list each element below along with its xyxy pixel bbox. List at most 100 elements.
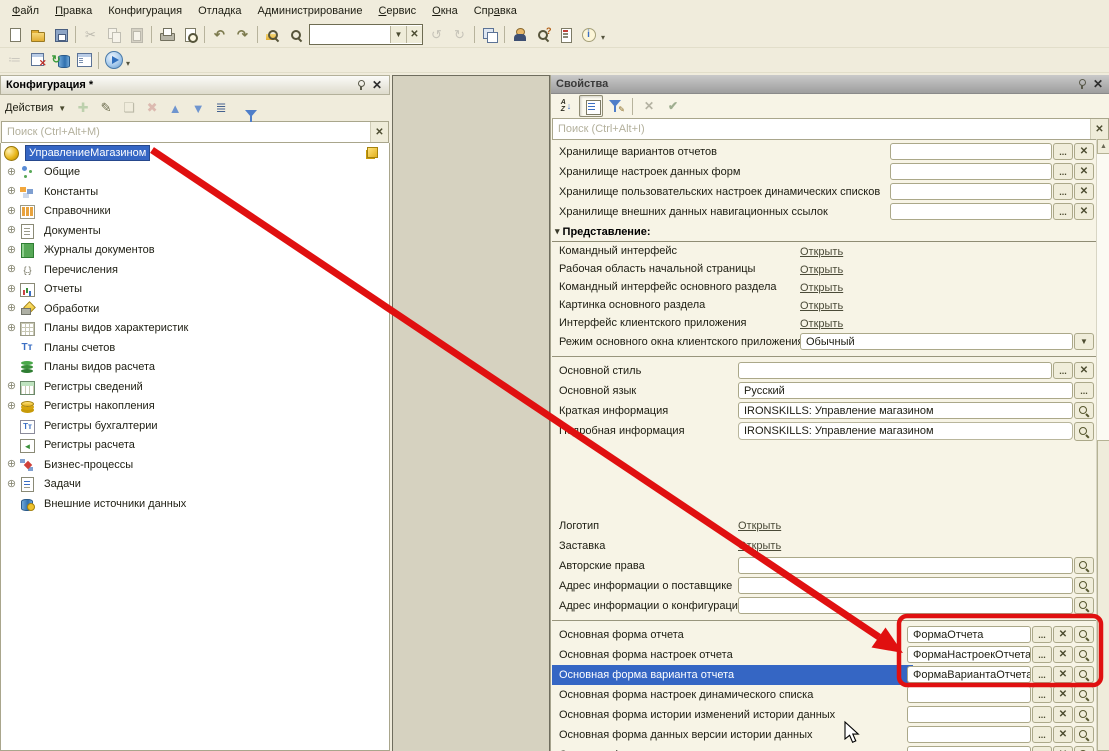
value-field[interactable]: ФормаНастроекОтчета: [907, 646, 1031, 663]
ellipsis-button[interactable]: ...: [1032, 726, 1052, 743]
clear-button[interactable]: ✕: [1053, 626, 1073, 643]
show-categories-button[interactable]: [579, 95, 603, 117]
value-field[interactable]: [907, 706, 1031, 723]
property-label[interactable]: Адрес информации о конфигурации: [552, 596, 744, 616]
expand-icon[interactable]: ⊕: [4, 206, 19, 217]
magnifier-button[interactable]: [1074, 402, 1094, 419]
pin-icon[interactable]: [1077, 78, 1087, 90]
clear-button[interactable]: ✕: [1074, 143, 1094, 160]
property-label[interactable]: Основная форма настроек отчета: [552, 645, 913, 665]
tree-item-info-registers[interactable]: ⊕Регистры сведений: [1, 377, 389, 397]
expand-icon[interactable]: ⊕: [4, 186, 19, 197]
move-down-button[interactable]: ▼: [188, 101, 208, 116]
menu-item-Файл[interactable]: Файл: [4, 2, 47, 20]
about-button[interactable]: [577, 24, 600, 45]
property-label[interactable]: Хранилище внешних данных навигационных с…: [552, 202, 896, 222]
open-link[interactable]: Открыть: [738, 540, 781, 552]
scroll-up-icon[interactable]: ▲: [1097, 139, 1109, 154]
find-in-config-button[interactable]: [261, 24, 284, 45]
tree-item-reports[interactable]: ⊕Отчеты: [1, 280, 389, 300]
property-label[interactable]: Логотип: [552, 516, 744, 536]
menu-item-Сервис[interactable]: Сервис: [370, 2, 424, 20]
value-field[interactable]: ФормаВариантаОтчета: [907, 666, 1031, 683]
value-field[interactable]: [738, 597, 1073, 614]
tree-item-enums[interactable]: ⊕Перечисления: [1, 260, 389, 280]
collapse-icon[interactable]: ▾: [555, 226, 560, 237]
scrollbar-thumb[interactable]: [1097, 440, 1109, 751]
property-label[interactable]: Основной стиль: [552, 361, 744, 381]
sort-alphabetical-button[interactable]: AZ↓: [555, 96, 577, 116]
magnifier-button[interactable]: [1074, 577, 1094, 594]
close-panel-button[interactable]: ✕: [1091, 77, 1105, 91]
toolbar-search-combobox[interactable]: ▼✕: [309, 24, 423, 45]
menu-item-Правка[interactable]: Правка: [47, 2, 100, 20]
toolbar-overflow-icon[interactable]: ▾: [601, 33, 605, 42]
clear-button[interactable]: ✕: [1074, 203, 1094, 220]
magnifier-button[interactable]: [1074, 746, 1094, 751]
magnifier-button[interactable]: [1074, 557, 1094, 574]
property-label[interactable]: Подробная информация: [552, 421, 744, 516]
menu-item-Справка[interactable]: Справка: [466, 2, 525, 20]
tree-item-business-processes[interactable]: ⊕Бизнес-процессы: [1, 455, 389, 475]
property-label[interactable]: Адрес информации о поставщике: [552, 576, 744, 596]
undo-button[interactable]: [208, 24, 231, 45]
value-field[interactable]: [907, 686, 1031, 703]
tree-item-common-group[interactable]: ⊕Общие: [1, 163, 389, 183]
value-field[interactable]: [890, 203, 1052, 220]
toolbar-search-input[interactable]: [310, 26, 390, 43]
global-search-button[interactable]: [284, 24, 307, 45]
value-field[interactable]: [738, 362, 1052, 379]
expand-icon[interactable]: ⊕: [4, 264, 19, 275]
go-forward-button[interactable]: [448, 24, 471, 45]
value-field[interactable]: IRONSKILLS: Управление магазином: [738, 422, 1073, 440]
properties-scrollbar[interactable]: ▲: [1096, 139, 1109, 751]
clear-button[interactable]: ✕: [1074, 163, 1094, 180]
property-label[interactable]: Авторские права: [552, 556, 744, 576]
copy-button[interactable]: [102, 24, 125, 45]
tree-item-acc-registers[interactable]: Регистры бухгалтерии: [1, 416, 389, 436]
value-field[interactable]: [738, 557, 1073, 574]
ellipsis-button[interactable]: ...: [1032, 686, 1052, 703]
property-label[interactable]: Командный интерфейс основного раздела: [552, 278, 806, 296]
properties-search-input[interactable]: [553, 119, 1090, 139]
value-field[interactable]: [738, 577, 1073, 594]
menu-item-Окна[interactable]: Окна: [424, 2, 466, 20]
expand-icon[interactable]: ⊕: [4, 479, 19, 490]
actions-menu-button[interactable]: Действия: [5, 102, 53, 114]
tree-item-documents[interactable]: ⊕Документы: [1, 221, 389, 241]
form-edit-button[interactable]: [72, 50, 95, 71]
clear-button[interactable]: ✕: [1053, 726, 1073, 743]
paste-button[interactable]: [125, 24, 148, 45]
expand-icon[interactable]: ⊕: [4, 284, 19, 295]
ellipsis-button[interactable]: ...: [1053, 203, 1073, 220]
value-field[interactable]: IRONSKILLS: Управление магазином: [738, 402, 1073, 419]
cut-button[interactable]: [79, 24, 102, 45]
combobox-dropdown-icon[interactable]: ▼: [390, 26, 406, 43]
clear-button[interactable]: ✕: [1074, 183, 1094, 200]
clear-button[interactable]: ✕: [1053, 646, 1073, 663]
expand-icon[interactable]: ⊕: [4, 245, 19, 256]
property-label[interactable]: Хранилище настроек данных форм: [552, 162, 896, 182]
property-label[interactable]: Картинка основного раздела: [552, 296, 806, 314]
ellipsis-button[interactable]: ...: [1053, 163, 1073, 180]
open-button[interactable]: [26, 24, 49, 45]
clear-button[interactable]: ✕: [1053, 746, 1073, 751]
property-label[interactable]: Рабочая область начальной страницы: [552, 260, 806, 278]
magnifier-button[interactable]: [1074, 666, 1094, 683]
close-config-window-button[interactable]: [26, 50, 49, 71]
save-button[interactable]: [49, 24, 72, 45]
value-field[interactable]: Русский: [738, 382, 1073, 399]
print-preview-button[interactable]: [178, 24, 201, 45]
new-document-button[interactable]: [3, 24, 26, 45]
ellipsis-button[interactable]: ...: [1032, 646, 1052, 663]
ellipsis-button[interactable]: ...: [1053, 362, 1073, 379]
ellipsis-button[interactable]: ...: [1032, 626, 1052, 643]
ellipsis-button[interactable]: ...: [1053, 143, 1073, 160]
clear-button[interactable]: ✕: [1053, 686, 1073, 703]
combobox-clear-icon[interactable]: ✕: [406, 26, 422, 43]
expand-icon[interactable]: ⊕: [4, 225, 19, 236]
tree-item-external-ds[interactable]: Внешние источники данных: [1, 494, 389, 514]
property-label[interactable]: Основная форма данных версии истории дан…: [552, 725, 913, 745]
tree-item-configuration-root[interactable]: УправлениеМагазином: [1, 143, 389, 163]
sort-list-button[interactable]: ≣: [211, 100, 231, 116]
